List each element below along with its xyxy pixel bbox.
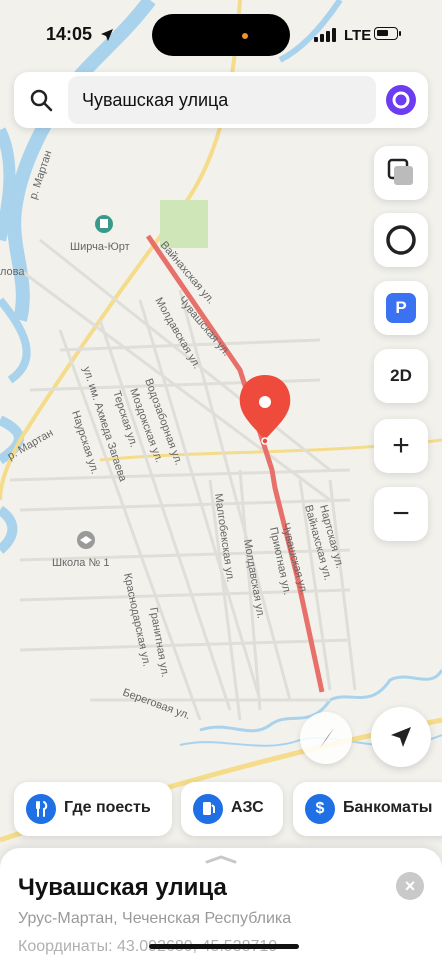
status-time: 14:05 [46,24,93,44]
alice-ring-icon [386,225,416,255]
dynamic-island [152,14,290,56]
layers-icon [387,158,413,185]
sheet-handle-icon[interactable] [205,854,237,864]
alice-icon [392,91,410,109]
chip-atm-label: Банкоматы [343,799,433,816]
plus-icon: + [392,429,410,462]
layers-button[interactable] [374,146,428,200]
fork-knife-icon [26,794,56,824]
zoom-in-button[interactable]: + [374,419,428,473]
battery-icon [374,27,398,40]
chip-fuel-label: АЗС [231,799,264,816]
dollar-icon: $ [305,794,335,824]
voice-assistant-button[interactable] [386,85,416,115]
location-arrow-icon [101,29,113,41]
search-icon[interactable] [28,87,54,113]
chip-food[interactable]: Где поесть [14,782,172,836]
poi-school-label: Школа № 1 [52,557,109,569]
view-mode-button[interactable]: 2D [374,349,428,403]
my-location-button[interactable] [371,707,431,767]
parking-button[interactable]: P [374,281,428,335]
place-title: Чувашская улица [18,874,227,901]
navigation-arrow-icon [391,727,411,747]
parking-icon: P [386,293,416,323]
minus-icon: − [392,497,410,530]
view-mode-label: 2D [390,366,412,385]
chip-food-label: Где поесть [64,799,151,816]
search-query: Чувашская улица [82,90,229,110]
compass-icon [320,728,334,748]
compass-button[interactable] [300,712,352,764]
network-label: LTE [344,27,372,44]
signal-icon [314,28,336,42]
close-icon: × [404,876,416,896]
close-button[interactable]: × [396,872,424,900]
search-input[interactable]: Чувашская улица [68,76,376,124]
status-bar: 14:05 LTE [0,0,442,70]
alice-button[interactable] [374,213,428,267]
chip-atm[interactable]: $ Банкоматы [293,782,442,836]
search-bar: Чувашская улица [14,72,428,128]
school-icon[interactable] [77,531,95,549]
chip-fuel[interactable]: АЗС [181,782,283,836]
fuel-icon [193,794,223,824]
street-label-partial: лова [0,266,25,278]
privacy-indicator [242,33,248,39]
poi-village-label: Ширча-Юрт [70,241,130,253]
place-subtitle: Урус-Мартан, Чеченская Республика [18,910,292,927]
poi-village-icon[interactable] [95,215,113,233]
home-indicator [149,944,299,949]
zoom-out-button[interactable]: − [374,487,428,541]
